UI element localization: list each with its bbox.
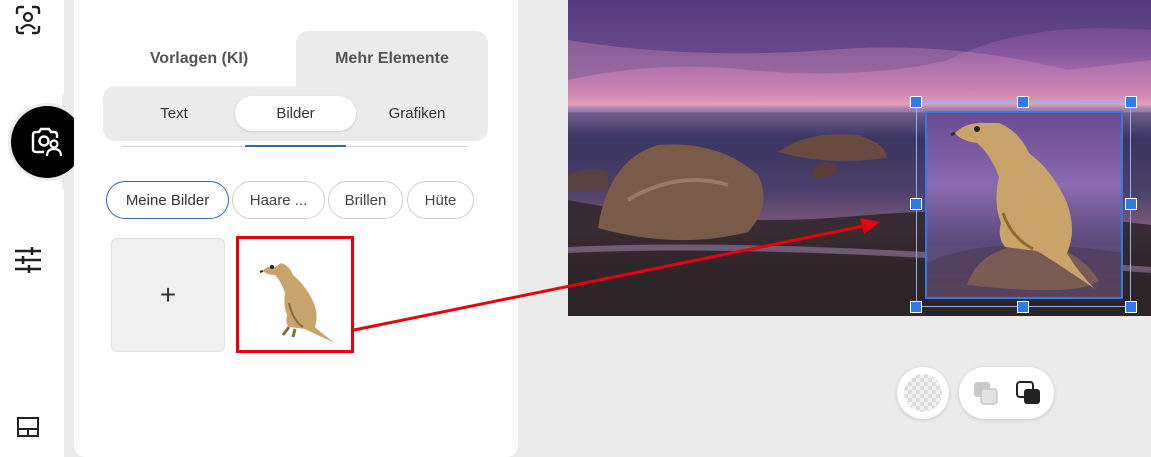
resize-handle-top-left[interactable]: [910, 96, 922, 108]
tab-mehr-elemente[interactable]: Mehr Elemente: [296, 31, 488, 87]
meerkat-image: [927, 122, 1121, 297]
chip-meine-bilder[interactable]: Meine Bilder: [106, 181, 229, 219]
chip-haare[interactable]: Haare ...: [232, 181, 325, 219]
plus-icon: +: [159, 279, 177, 310]
resize-handle-left[interactable]: [910, 198, 922, 210]
sliders-icon[interactable]: [12, 244, 44, 276]
active-tab-underline: [245, 145, 346, 147]
photo-person-button[interactable]: [11, 106, 83, 178]
meerkat-thumbnail[interactable]: [236, 236, 354, 353]
layer-order-controls: [959, 367, 1054, 419]
tab-group: Vorlagen (KI) Mehr Elemente Text Bilder …: [103, 31, 488, 141]
resize-handle-top-right[interactable]: [1125, 96, 1137, 108]
selected-meerkat-element[interactable]: [925, 111, 1123, 299]
transparency-button[interactable]: [897, 367, 949, 419]
resize-handle-top[interactable]: [1017, 96, 1029, 108]
resize-handle-right[interactable]: [1125, 198, 1137, 210]
photo-person-icon: [31, 127, 63, 157]
resize-handle-bottom[interactable]: [1017, 301, 1029, 313]
meerkat-image: [259, 262, 335, 343]
tab-vorlagen[interactable]: Vorlagen (KI): [103, 31, 295, 87]
bring-forward-icon[interactable]: [1014, 379, 1044, 407]
subtab-grafiken[interactable]: Grafiken: [358, 96, 476, 131]
subtab-bar: Text Bilder Grafiken: [103, 86, 488, 141]
chip-huete[interactable]: Hüte: [407, 181, 474, 219]
resize-handle-bottom-left[interactable]: [910, 301, 922, 313]
add-image-button[interactable]: +: [111, 238, 225, 352]
resize-handle-bottom-right[interactable]: [1125, 301, 1137, 313]
face-scan-icon[interactable]: [12, 4, 44, 36]
subtab-text[interactable]: Text: [115, 96, 233, 131]
layout-icon[interactable]: [12, 411, 44, 443]
subtab-bilder[interactable]: Bilder: [235, 96, 356, 131]
send-backward-icon[interactable]: [971, 379, 1001, 407]
left-rail: [0, 0, 64, 457]
chip-brillen[interactable]: Brillen: [328, 181, 403, 219]
checkerboard-icon: [904, 374, 942, 412]
